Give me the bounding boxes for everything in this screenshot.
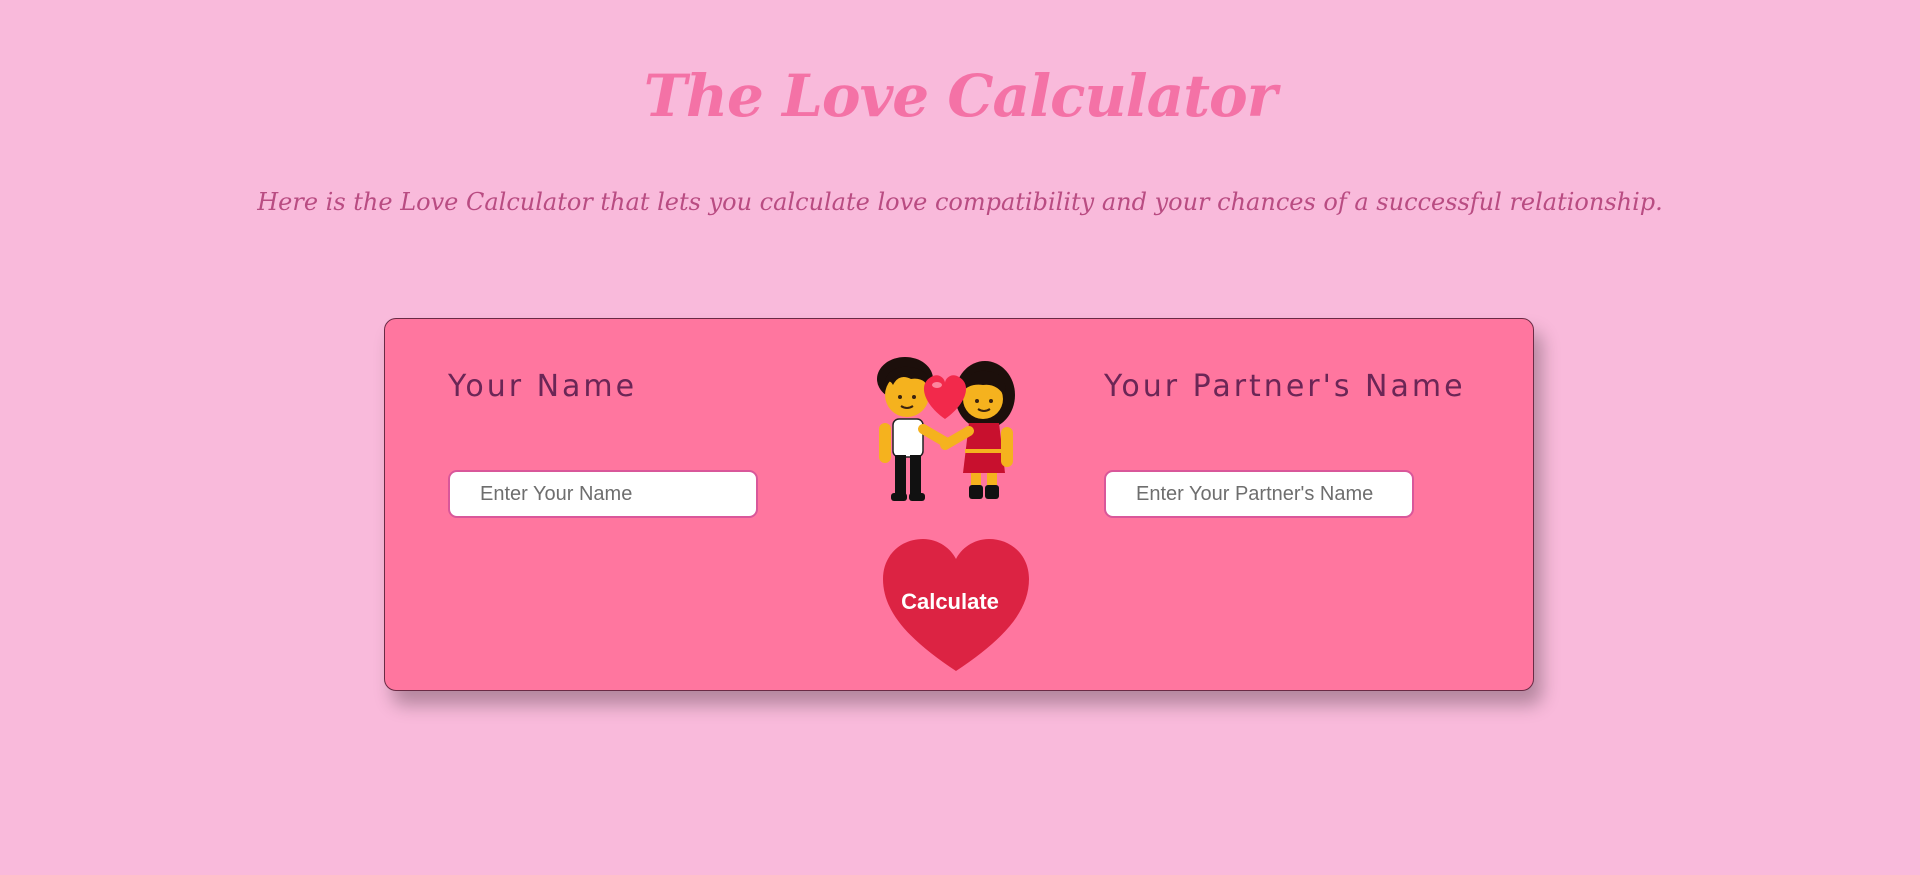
partner-name-input[interactable] bbox=[1104, 470, 1414, 518]
calculate-label: Calculate bbox=[901, 589, 999, 614]
your-name-label: Your Name bbox=[448, 369, 638, 404]
couple-image bbox=[877, 357, 1015, 501]
page: The Love Calculator Here is the Love Cal… bbox=[0, 0, 1920, 875]
calculate-button[interactable]: Calculate bbox=[881, 537, 1031, 675]
your-name-input[interactable] bbox=[448, 470, 758, 518]
calculator-card: Your Name Your Partner's Name Enter Your… bbox=[384, 318, 1534, 691]
page-subtitle: Here is the Love Calculator that lets yo… bbox=[257, 188, 1663, 216]
partner-name-label: Your Partner's Name bbox=[1104, 369, 1466, 404]
page-title: The Love Calculator bbox=[643, 62, 1278, 130]
